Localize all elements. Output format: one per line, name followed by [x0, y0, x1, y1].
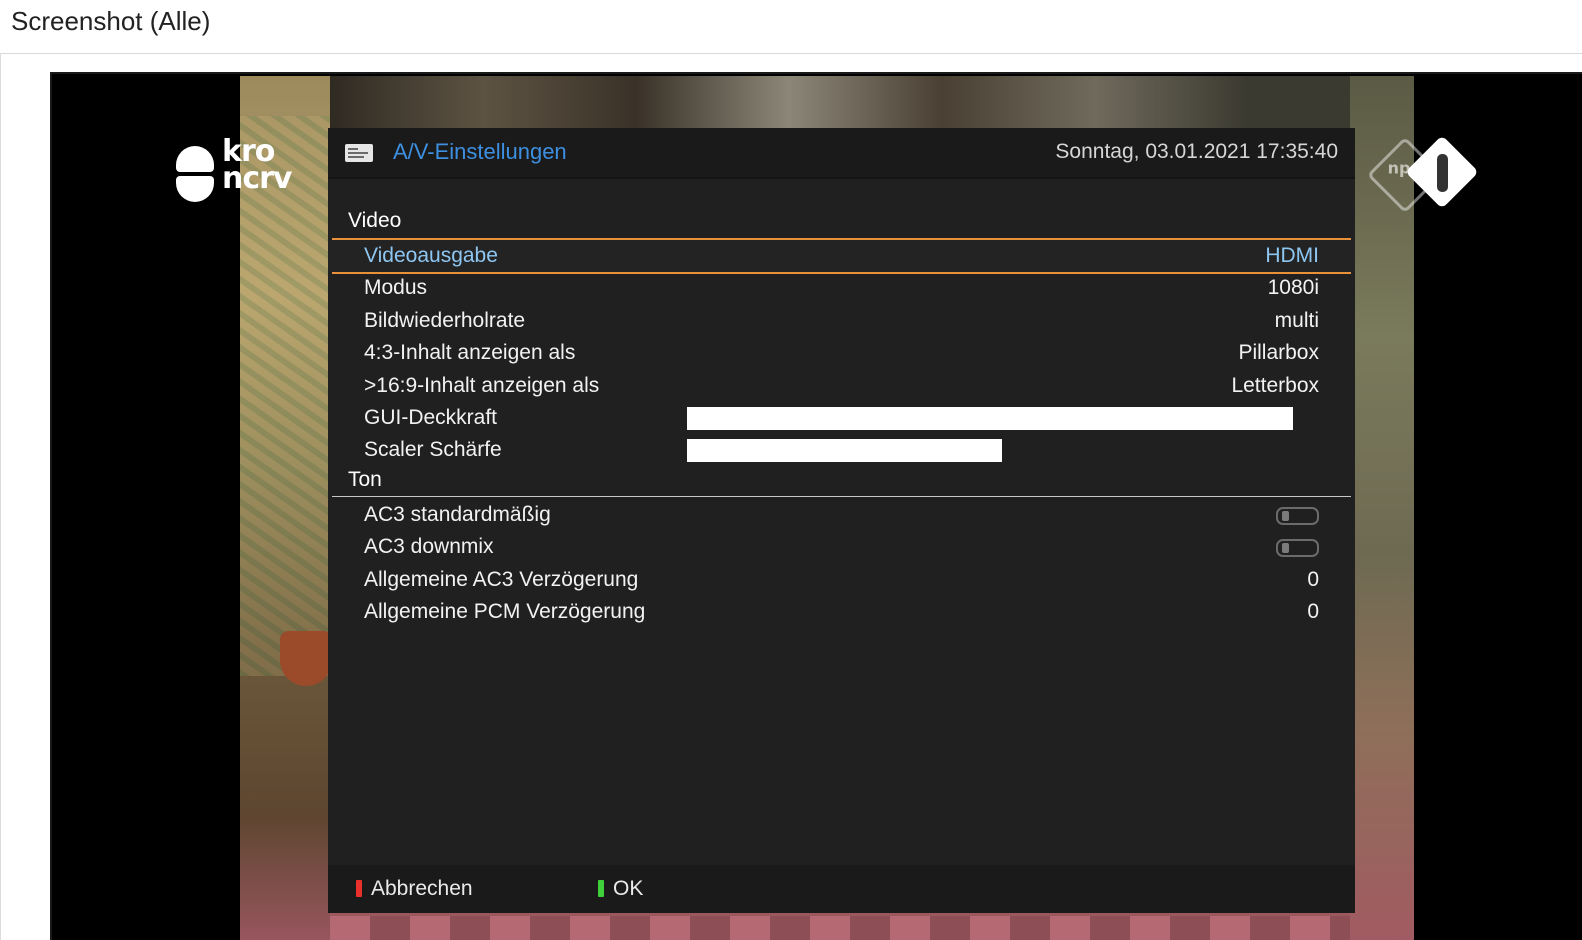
setting-modus[interactable]: Modus 1080i	[328, 272, 1355, 304]
cancel-label: Abbrechen	[371, 877, 473, 900]
green-key-icon	[598, 880, 604, 897]
setting-value: 0	[1307, 567, 1319, 591]
setting-ac3-downmix[interactable]: AC3 downmix	[328, 531, 1355, 563]
ac3-standard-toggle[interactable]	[1276, 506, 1319, 525]
setting-value: HDMI	[1265, 244, 1319, 267]
page-header: Screenshot (Alle)	[0, 0, 1582, 54]
settings-list: Video Videoausgabe HDMI Modus 1080i Bild…	[328, 208, 1355, 628]
section-label: Video	[348, 209, 402, 232]
setting-ac3-verzoegerung[interactable]: Allgemeine AC3 Verzögerung 0	[328, 564, 1355, 596]
setting-value: multi	[1274, 308, 1319, 332]
setting-label: Bildwiederholrate	[364, 308, 526, 332]
setting-label: 4:3-Inhalt anzeigen als	[364, 341, 576, 365]
section-label: Ton	[348, 467, 382, 491]
slider-fill	[687, 439, 1003, 463]
left-rule	[0, 54, 1, 940]
toggle-knob	[1282, 510, 1289, 521]
setting-value: 0	[1307, 599, 1319, 623]
setting-ac3-standardmaessig[interactable]: AC3 standardmäßig	[328, 499, 1355, 531]
setting-videoausgabe[interactable]: Videoausgabe HDMI	[328, 237, 1355, 275]
ok-button[interactable]: OK	[598, 877, 643, 901]
cancel-button[interactable]: Abbrechen	[356, 877, 473, 901]
ac3-downmix-toggle[interactable]	[1276, 539, 1319, 558]
dialog-titlebar: A/V-Einstellungen Sonntag, 03.01.2021 17…	[328, 128, 1355, 177]
setting-pcm-verzoegerung[interactable]: Allgemeine PCM Verzögerung 0	[328, 596, 1355, 628]
setting-label: >16:9-Inhalt anzeigen als	[364, 373, 600, 397]
setting-4-3-inhalt[interactable]: 4:3-Inhalt anzeigen als Pillarbox	[328, 337, 1355, 369]
tv-screenshot: kro ncrv npo A/V-Einstellungen Sonntag, 0…	[50, 72, 1582, 940]
setting-value: Letterbox	[1231, 373, 1319, 397]
dialog-footer: Abbrechen OK	[328, 865, 1355, 913]
setting-16-9-inhalt[interactable]: >16:9-Inhalt anzeigen als Letterbox	[328, 370, 1355, 402]
setting-label: Modus	[364, 276, 428, 300]
kro-ncrv-logo: kro ncrv	[176, 137, 306, 206]
ok-label: OK	[613, 877, 644, 900]
av-settings-dialog: A/V-Einstellungen Sonntag, 03.01.2021 17…	[328, 128, 1355, 913]
setting-label: Allgemeine PCM Verzögerung	[364, 599, 646, 623]
setting-label: Videoausgabe	[364, 244, 498, 267]
section-ton: Ton	[328, 467, 1355, 499]
setting-label: GUI-Deckkraft	[364, 405, 498, 429]
setting-gui-deckkraft[interactable]: GUI-Deckkraft	[328, 402, 1355, 434]
gui-deckkraft-slider[interactable]	[687, 406, 1293, 430]
setting-label: AC3 standardmäßig	[364, 502, 551, 526]
dialog-title: A/V-Einstellungen	[393, 139, 567, 164]
setting-label: Allgemeine AC3 Verzögerung	[364, 567, 639, 591]
datetime: Sonntag, 03.01.2021 17:35:40	[1055, 140, 1338, 163]
red-key-icon	[356, 880, 362, 897]
section-divider	[332, 495, 1351, 497]
setting-label: Scaler Schärfe	[364, 438, 502, 462]
setting-value: 1080i	[1267, 276, 1319, 300]
section-video: Video	[328, 208, 1355, 240]
page-title: Screenshot (Alle)	[11, 6, 211, 36]
npo1-logo: npo	[1366, 135, 1488, 218]
setting-value: Pillarbox	[1238, 341, 1319, 365]
setting-label: AC3 downmix	[364, 535, 494, 559]
toggle-knob	[1282, 543, 1289, 554]
slider-fill	[687, 406, 1293, 430]
setting-bildwiederholrate[interactable]: Bildwiederholrate multi	[328, 305, 1355, 337]
screen-icon	[345, 144, 375, 164]
scaler-schaerfe-slider[interactable]	[687, 439, 1293, 463]
setting-scaler-schaerfe[interactable]: Scaler Schärfe	[328, 434, 1355, 466]
